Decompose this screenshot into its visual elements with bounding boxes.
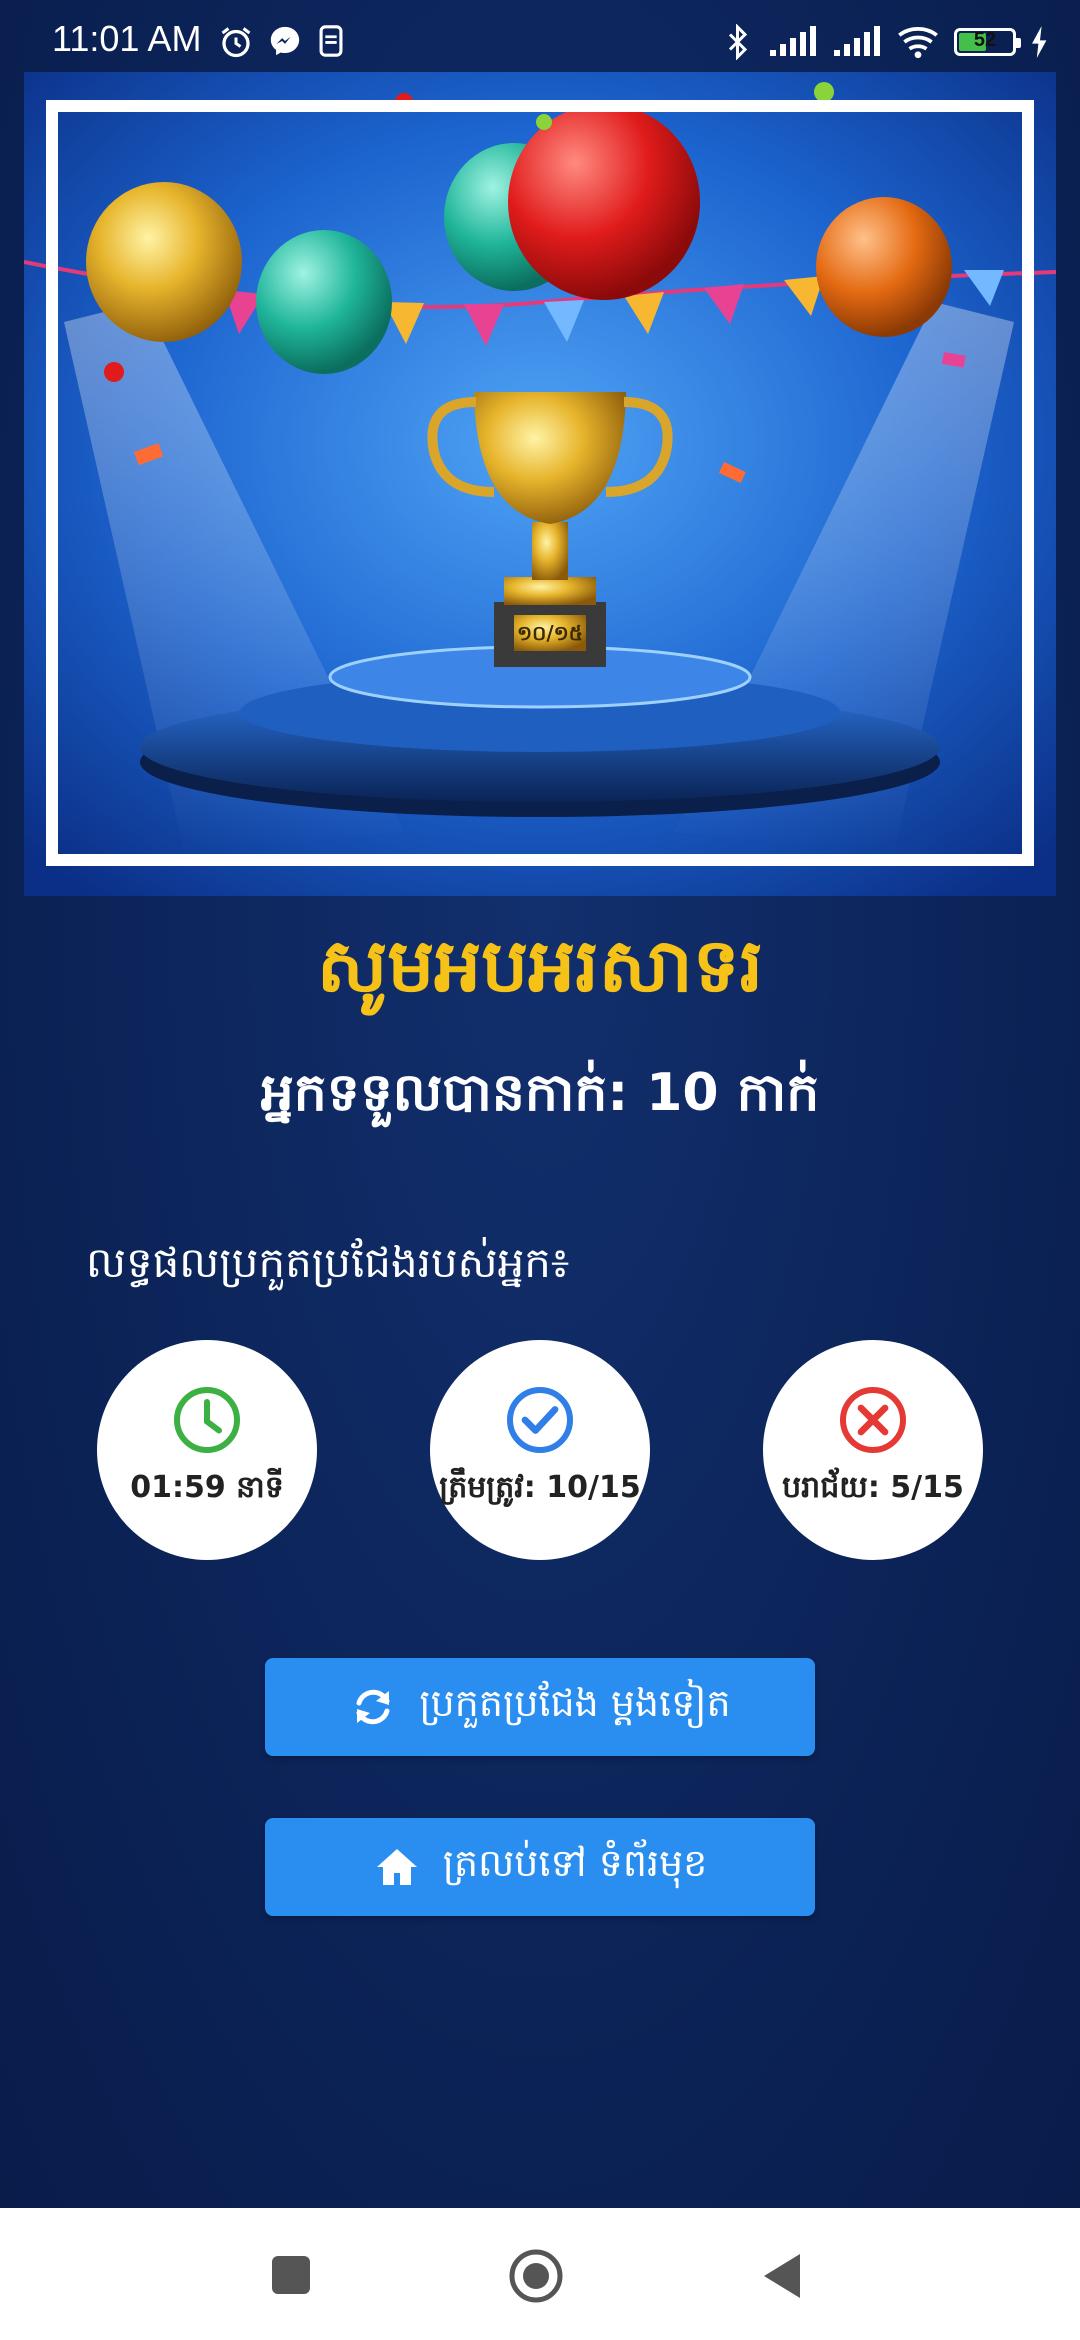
correct-stat-text: ត្រឹមត្រូវ: 10/15 xyxy=(439,1470,641,1505)
time-stat: 01:59 នាទី xyxy=(97,1340,317,1560)
correct-stat: ត្រឹមត្រូវ: 10/15 xyxy=(430,1340,650,1560)
navigation-bar xyxy=(0,2208,1080,2340)
clock-icon xyxy=(174,1387,240,1453)
charging-icon xyxy=(1032,26,1047,58)
home-button[interactable]: ត្រលប់ទៅ ទំព័រមុខ xyxy=(265,1818,815,1916)
x-circle-icon xyxy=(840,1387,906,1453)
retry-button[interactable]: ប្រកួតប្រជែង ម្តងទៀត xyxy=(265,1658,815,1756)
battery-icon: 52 xyxy=(954,28,1021,56)
signal-icon xyxy=(770,26,816,56)
status-bar: 11:01 AM 52 xyxy=(0,0,1080,72)
back-triangle-icon[interactable] xyxy=(760,2252,804,2300)
time-stat-text: 01:59 នាទី xyxy=(130,1470,284,1505)
coins-earned: អ្នកទទួលបានកាក់: 10 កាក់ xyxy=(260,1063,820,1123)
home-icon xyxy=(376,1849,417,1885)
home-button-label: ត្រលប់ទៅ ទំព័រមុខ xyxy=(442,1841,708,1885)
notification-icon xyxy=(319,25,343,57)
app-screen: 11:01 AM 52 ១០/១៥ សូមអបអរសាទរ អ្នកទទួលបា… xyxy=(0,0,1080,2208)
photo-frame xyxy=(46,100,1034,866)
wifi-icon xyxy=(898,26,938,59)
battery-level: 52 xyxy=(973,29,997,51)
check-circle-icon xyxy=(507,1387,573,1453)
celebration-image: ១០/១៥ xyxy=(24,72,1056,896)
status-right-icons: 52 xyxy=(724,22,1050,62)
refresh-icon xyxy=(356,1689,390,1725)
results-label: លទ្ធផលប្រកួតប្រជែងរបស់អ្នក៖ xyxy=(86,1238,570,1287)
status-left-icons xyxy=(218,24,346,64)
home-circle-icon[interactable] xyxy=(508,2248,564,2304)
wrong-stat-text: បរាជ័យ: 5/15 xyxy=(782,1470,964,1505)
retry-button-label: ប្រកួតប្រជែង ម្តងទៀត xyxy=(419,1681,731,1725)
messenger-icon xyxy=(270,26,300,56)
battery-cap xyxy=(1016,38,1021,48)
bluetooth-icon xyxy=(728,24,748,60)
congratulations-title: សូមអបអរសាទរ xyxy=(316,923,764,1009)
alarm-icon xyxy=(221,27,251,58)
wrong-stat: បរាជ័យ: 5/15 xyxy=(763,1340,983,1560)
signal-icon xyxy=(834,26,880,56)
status-time: 11:01 AM xyxy=(52,18,202,59)
recents-square-icon[interactable] xyxy=(270,2254,312,2296)
